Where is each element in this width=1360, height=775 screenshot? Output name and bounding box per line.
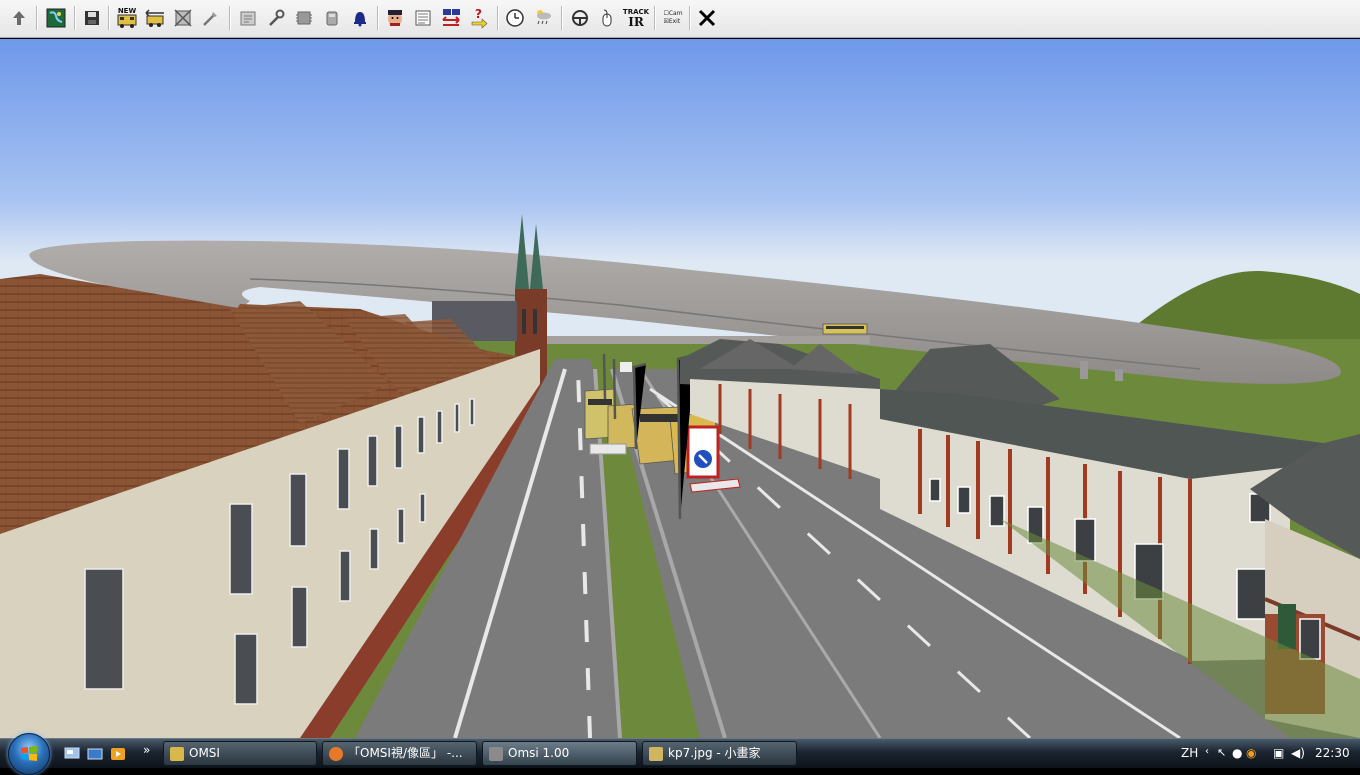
chip-icon[interactable] xyxy=(292,5,316,31)
paint-icon xyxy=(649,747,663,761)
up-arrow-icon[interactable] xyxy=(7,5,31,31)
clock[interactable]: 22:30 xyxy=(1315,746,1350,760)
trackir-icon[interactable]: TRACK IR xyxy=(623,5,649,31)
mouse-icon[interactable] xyxy=(595,5,619,31)
map-icon[interactable] xyxy=(44,5,68,31)
bus-tools-icon[interactable] xyxy=(199,5,223,31)
bell-icon[interactable] xyxy=(348,5,372,31)
trackir-label-bottom: IR xyxy=(628,14,644,29)
task-label: kp7.jpg - 小畫家 xyxy=(668,746,761,760)
game-viewport[interactable] xyxy=(0,39,1360,738)
windows-logo-icon xyxy=(21,746,37,761)
clock-icon[interactable] xyxy=(503,5,527,31)
switch-windows-icon[interactable] xyxy=(87,747,103,761)
options-icon[interactable]: ☐Cam ☒Exit xyxy=(661,5,685,31)
tray-arrow-icon[interactable]: ↖ xyxy=(1217,746,1226,759)
quicklaunch-more-icon[interactable]: » xyxy=(143,743,150,757)
volume-icon[interactable]: ◀) xyxy=(1291,746,1305,760)
task-label: 「OMSI視/像區」 -... xyxy=(348,746,463,760)
language-indicator[interactable]: ZH xyxy=(1181,746,1198,760)
task-firefox[interactable]: 「OMSI視/像區」 -... xyxy=(322,741,477,766)
bus-select-icon[interactable] xyxy=(143,5,167,31)
options-label-top: ☐Cam xyxy=(663,10,683,17)
task-label: OMSI xyxy=(189,746,220,760)
task-omsi-game[interactable]: Omsi 1.00 xyxy=(482,741,637,766)
new-label: NEW xyxy=(118,7,137,15)
bus-remove-icon[interactable] xyxy=(171,5,195,31)
ticket-icon[interactable] xyxy=(411,5,435,31)
tray-app-icon[interactable]: ● xyxy=(1232,746,1242,760)
transfer-icon[interactable] xyxy=(439,5,463,31)
weather-icon[interactable] xyxy=(531,5,555,31)
start-button[interactable] xyxy=(8,733,50,775)
tray-expand-icon[interactable]: ‹ xyxy=(1205,746,1209,757)
network-icon[interactable]: ▣ xyxy=(1273,746,1284,760)
fuel-icon[interactable] xyxy=(320,5,344,31)
timetable-icon[interactable] xyxy=(236,5,260,31)
new-bus-icon[interactable]: NEW xyxy=(115,5,139,31)
task-label: Omsi 1.00 xyxy=(508,746,570,760)
task-omsi-folder[interactable]: OMSI xyxy=(163,741,317,766)
help-arrow-icon[interactable]: ? xyxy=(467,5,491,31)
folder-icon xyxy=(170,747,184,761)
driver-icon[interactable] xyxy=(383,5,407,31)
steering-icon[interactable] xyxy=(568,5,592,31)
close-icon[interactable] xyxy=(695,5,719,31)
bus-icon xyxy=(489,747,503,761)
tray-avast-icon[interactable]: ◉ xyxy=(1246,746,1256,760)
taskbar: » OMSI 「OMSI視/像區」 -... Omsi 1.00 kp7.jpg… xyxy=(0,733,1360,775)
options-label-bottom: ☒Exit xyxy=(663,18,681,25)
show-desktop-icon[interactable] xyxy=(64,747,80,761)
firefox-icon xyxy=(329,747,343,761)
system-tray: ZH ‹ ↖ ● ◉ ▣ ◀) 22:30 xyxy=(1175,739,1360,769)
wrench-icon[interactable] xyxy=(264,5,288,31)
svg-text:?: ? xyxy=(475,7,482,21)
toolbar: NEW ? TRACK IR ☐Cam ☒Exit xyxy=(0,0,1360,38)
task-paint[interactable]: kp7.jpg - 小畫家 xyxy=(642,741,797,766)
save-icon[interactable] xyxy=(80,5,104,31)
media-player-icon[interactable] xyxy=(110,747,126,761)
